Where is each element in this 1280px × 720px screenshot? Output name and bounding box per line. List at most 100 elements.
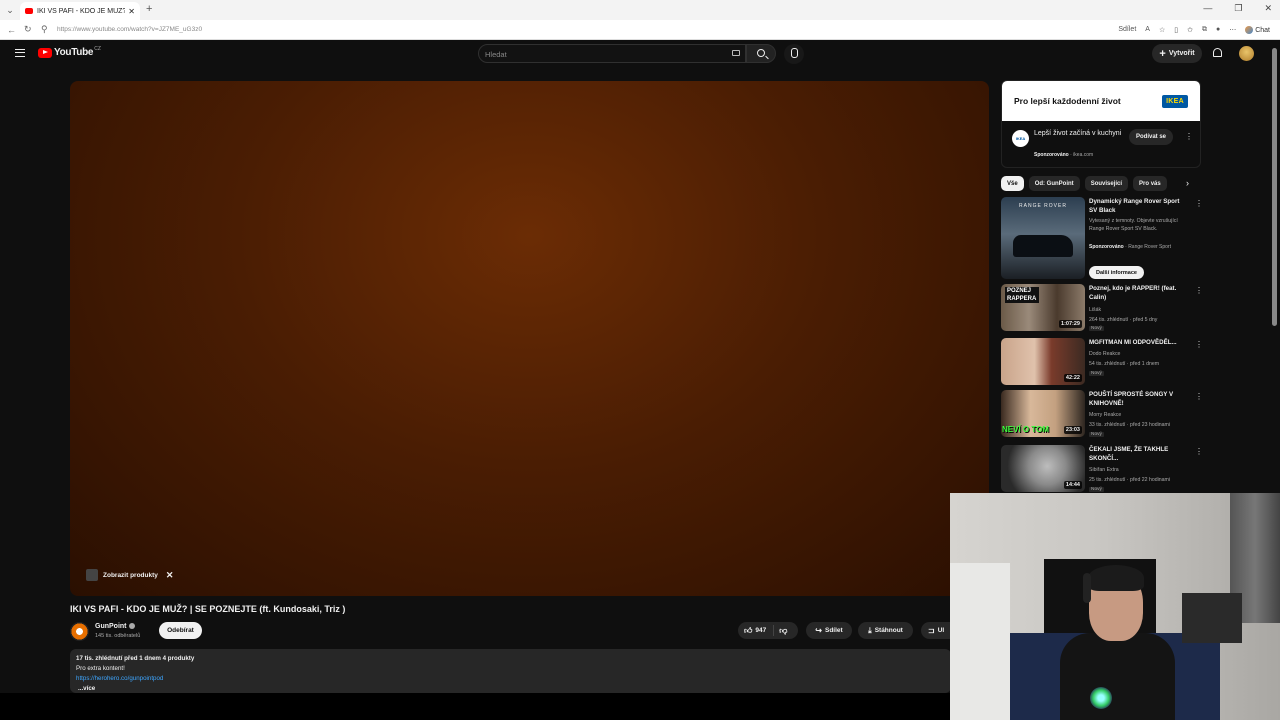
rec-title[interactable]: Dynamický Range Rover Sport SV Black	[1089, 197, 1187, 215]
chip-for-you[interactable]: Pro vás	[1133, 176, 1167, 191]
favorite-star-icon[interactable]: ☆	[1159, 26, 1165, 34]
save-button[interactable]: ⊐ Ul	[921, 622, 951, 639]
rec-title[interactable]: ČEKALI JSME, ŽE TAKHLE SKONČÍ...	[1089, 445, 1187, 463]
url-field[interactable]: https://www.youtube.com/watch?v=JZ7ME_uG…	[57, 26, 1118, 33]
list-item[interactable]: RANGE ROVER Dynamický Range Rover Sport …	[1001, 197, 1206, 283]
rec-title[interactable]: POUŠTÍ SPROSTÉ SONGY V KNIHOVNĚ!	[1089, 390, 1187, 408]
chip-related[interactable]: Související	[1084, 176, 1129, 191]
collections-icon[interactable]: ⧉	[1202, 26, 1207, 34]
ikea-ad-card[interactable]: Pro lepší každodenní život IKEA IKEA Lep…	[1001, 80, 1201, 168]
maximize-icon[interactable]: ❐	[1234, 3, 1242, 14]
share-page-button[interactable]: Sdílet	[1118, 26, 1136, 33]
ad-watch-button[interactable]: Podívat se	[1129, 129, 1173, 145]
more-options-icon[interactable]: ⋮	[1195, 199, 1203, 208]
reload-icon[interactable]: ↻	[24, 24, 34, 35]
list-item[interactable]: 14:44 ČEKALI JSME, ŽE TAKHLE SKONČÍ... S…	[1001, 445, 1206, 493]
more-options-icon[interactable]: ⋮	[1195, 392, 1203, 401]
like-button[interactable]: 👍︎ 947	[738, 625, 775, 636]
show-products-label: Zobrazit produkty	[103, 571, 158, 579]
search-icon	[757, 49, 765, 57]
browser-tab[interactable]: IKI VS PAFI - KDO JE MUŽ? | SE PO ✕	[20, 2, 140, 20]
video-player[interactable]: Zobrazit produkty ✕	[70, 81, 989, 596]
ad-banner[interactable]: Pro lepší každodenní život IKEA	[1002, 81, 1200, 121]
video-thumbnail[interactable]: NEVÍ O TOM 23:03	[1001, 390, 1085, 437]
channel-name[interactable]: Dodo Reakce	[1089, 351, 1120, 357]
more-options-icon[interactable]: ⋮	[1195, 447, 1203, 456]
user-avatar[interactable]	[1239, 46, 1254, 61]
video-stats: 33 tis. zhlédnutí · před 23 hodinami	[1089, 422, 1171, 428]
dislike-button[interactable]: 👎︎	[774, 626, 790, 636]
keyboard-icon[interactable]	[732, 50, 740, 56]
tab-title: IKI VS PAFI - KDO JE MUŽ? | SE PO	[37, 7, 126, 15]
favorites-icon[interactable]: ✩	[1187, 26, 1193, 34]
youtube-favicon-icon	[25, 8, 33, 14]
keyboard-stand	[1182, 593, 1242, 643]
channel-name[interactable]: Morry Reakce	[1089, 412, 1121, 418]
channel-avatar[interactable]	[70, 622, 89, 641]
filter-chips: Vše Od: GunPoint Související Pro vás	[1001, 176, 1167, 191]
ikea-avatar-logo: IKEA	[1012, 130, 1029, 147]
thumbnail-text: RANGE ROVER	[1019, 203, 1067, 209]
webcam-overlay	[950, 493, 1280, 720]
video-thumbnail[interactable]: 42:22	[1001, 338, 1085, 385]
ad-banner-text: Pro lepší každodenní život	[1014, 96, 1121, 106]
rec-title[interactable]: Poznej, kdo je RAPPER! (feat. Calin)	[1089, 284, 1187, 302]
close-window-icon[interactable]: ✕	[1264, 3, 1272, 14]
channel-name[interactable]: Lišák	[1089, 307, 1101, 313]
channel-name[interactable]: Sibiřan Extra	[1089, 467, 1119, 473]
youtube-logo[interactable]: YouTube CZ	[38, 46, 101, 58]
close-icon[interactable]: ✕	[166, 570, 174, 581]
rgb-light	[1090, 687, 1112, 709]
copilot-chat-button[interactable]: Chat	[1245, 25, 1270, 34]
view-stats: 17 tis. zhlédnutí před 1 dnem 4 produkty	[76, 655, 195, 662]
video-duration: 1:07:29	[1059, 320, 1082, 328]
video-thumbnail[interactable]: 14:44	[1001, 445, 1085, 492]
chip-all[interactable]: Vše	[1001, 176, 1024, 191]
download-button[interactable]: ⤓ Stáhnout	[858, 622, 913, 639]
rec-title[interactable]: MGFITMAN MI ODPOVĚDĚL...	[1089, 338, 1187, 347]
search-input[interactable]	[485, 48, 715, 60]
site-info-icon[interactable]: ⚲	[41, 24, 51, 35]
video-stats: 264 tis. zhlédnutí · před 5 dny	[1089, 317, 1158, 323]
tab-list-chevron-icon[interactable]: ⌄	[0, 0, 20, 20]
channel-name[interactable]: GunPoint	[95, 623, 135, 630]
chevron-right-icon[interactable]: ›	[1186, 178, 1189, 188]
ad-sponsored: Sponzorováno · ikea.com	[1034, 152, 1094, 158]
read-aloud-icon[interactable]: A	[1145, 26, 1150, 33]
more-menu-icon[interactable]: ⋯	[1229, 26, 1236, 34]
share-button[interactable]: ↪ Sdílet	[806, 622, 852, 639]
thumbnail-text: POZNEJ RAPPERA	[1005, 287, 1039, 303]
thumbnail-text: NEVÍ O TOM	[1002, 425, 1049, 434]
profile-icon[interactable]: ●	[1216, 26, 1220, 33]
person-shirt	[1060, 633, 1175, 720]
search-button[interactable]	[746, 44, 776, 63]
tab-close-icon[interactable]: ✕	[128, 7, 135, 16]
ad-title[interactable]: Lepší život začíná v kuchyni	[1034, 129, 1124, 139]
menu-hamburger-icon[interactable]	[15, 49, 25, 57]
split-screen-icon[interactable]: ▯	[1174, 26, 1178, 34]
list-item[interactable]: NEVÍ O TOM 23:03 POUŠTÍ SPROSTÉ SONGY V …	[1001, 390, 1206, 440]
new-tab-icon[interactable]: +	[146, 3, 152, 15]
scrollbar-thumb[interactable]	[1272, 48, 1277, 326]
show-products-chip[interactable]: Zobrazit produkty ✕	[80, 566, 179, 584]
voice-search-mic-icon[interactable]	[784, 44, 804, 64]
more-info-button[interactable]: Další informace	[1089, 266, 1144, 279]
minimize-icon[interactable]: —	[1203, 3, 1212, 14]
description-link[interactable]: https://herohero.co/gunpointpod	[76, 674, 945, 684]
list-item[interactable]: POZNEJ RAPPERA 1:07:29 Poznej, kdo je RA…	[1001, 284, 1206, 334]
description-box[interactable]: 17 tis. zhlédnutí před 1 dnem 4 produkty…	[70, 649, 951, 693]
more-options-icon[interactable]: ⋮	[1185, 132, 1193, 141]
more-options-icon[interactable]: ⋮	[1195, 286, 1203, 295]
list-item[interactable]: 42:22 MGFITMAN MI ODPOVĚDĚL... Dodo Reak…	[1001, 338, 1206, 388]
video-thumbnail[interactable]: POZNEJ RAPPERA 1:07:29	[1001, 284, 1085, 331]
create-button[interactable]: + Vytvořit	[1152, 44, 1202, 63]
share-arrow-icon: ↪	[815, 626, 822, 635]
more-options-icon[interactable]: ⋮	[1195, 340, 1203, 349]
browser-chrome: ⌄ IKI VS PAFI - KDO JE MUŽ? | SE PO ✕ + …	[0, 0, 1280, 40]
chip-from-channel[interactable]: Od: GunPoint	[1028, 176, 1080, 191]
subscribe-button[interactable]: Odebírat	[159, 622, 202, 639]
notifications-bell-icon[interactable]	[1213, 48, 1222, 57]
video-thumbnail[interactable]: RANGE ROVER	[1001, 197, 1085, 279]
back-icon[interactable]: ←	[7, 25, 17, 35]
person-hair	[1088, 565, 1144, 591]
